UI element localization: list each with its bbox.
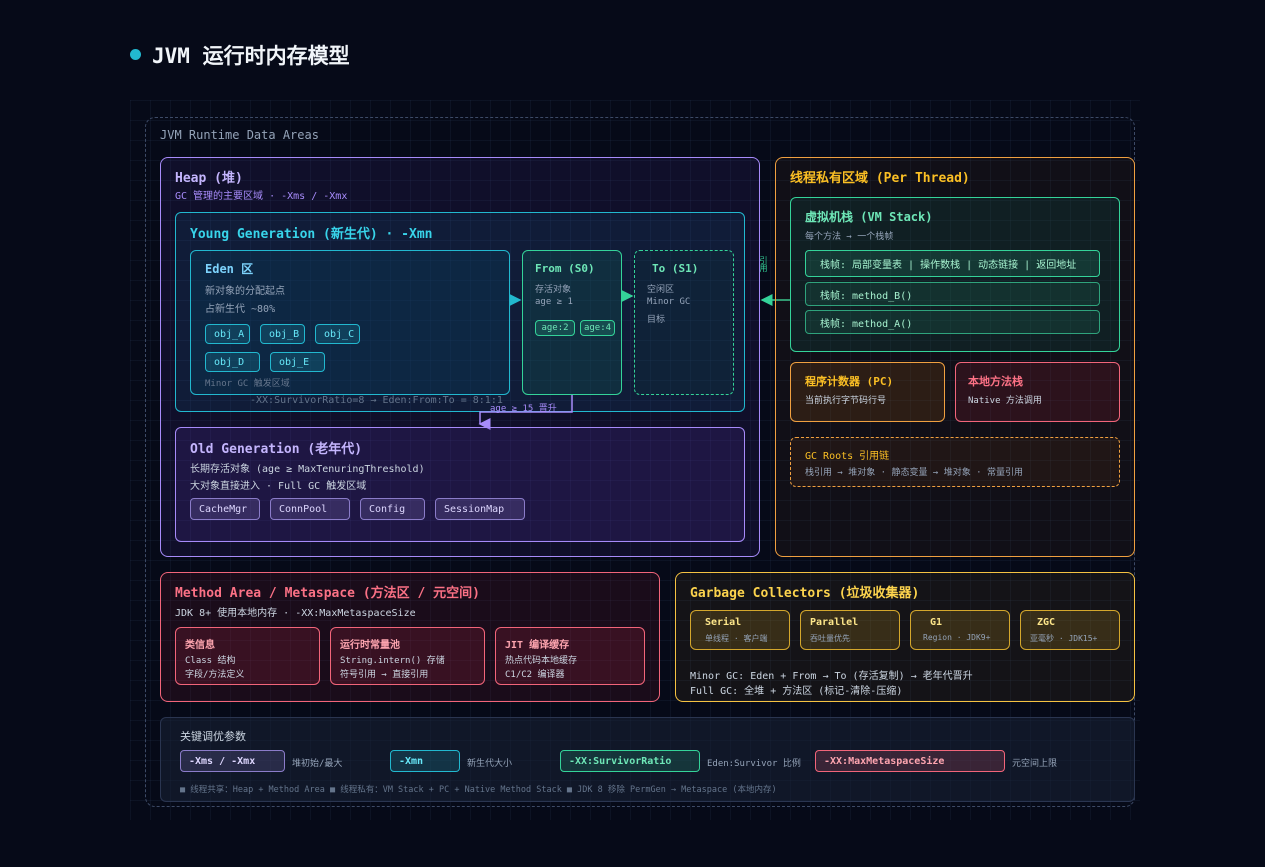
old-object-chip: SessionMap (435, 498, 525, 520)
param-desc: 元空间上限 (1012, 759, 1058, 769)
gc-roots-subtitle: 栈引用 → 堆对象 · 静态变量 → 堆对象 · 常量引用 (805, 468, 1024, 478)
collector-desc: Region · JDK9+ (923, 633, 991, 642)
param-flag: -XX:MaxMetaspaceSize (815, 750, 1005, 772)
method-card-title: 类信息 (185, 640, 215, 651)
param-flag: -Xms / -Xmx (180, 750, 285, 772)
collector-card (910, 610, 1010, 650)
vm-stack-title: 虚拟机栈 (VM Stack) (805, 210, 933, 224)
method-card-line2: C1/C2 编译器 (505, 670, 565, 680)
collector-name: G1 (930, 617, 943, 628)
gc-roots-title: GC Roots 引用链 (805, 451, 890, 462)
native-title: 本地方法栈 (968, 375, 1023, 388)
pc-subtitle: 当前执行字节码行号 (805, 396, 887, 406)
param-desc: Eden:Survivor 比例 (707, 759, 801, 769)
params-footer: ■ 线程共享：Heap + Method Area ■ 线程私有：VM Stac… (180, 785, 777, 795)
method-card-line2: 符号引用 → 直接引用 (340, 670, 429, 680)
stack-frame: 栈帧: method_B() (805, 282, 1100, 306)
method-card-title: 运行时常量池 (340, 640, 400, 651)
old-line1: 长期存活对象 (age ≥ MaxTenuringThreshold) (190, 464, 425, 475)
minor-gc-note: Minor GC: Eden + From → To (存活复制) → 老年代晋… (690, 671, 973, 682)
collector-name: Serial (705, 617, 742, 628)
collector-card (690, 610, 790, 650)
collector-desc: 亚毫秒 · JDK15+ (1030, 634, 1098, 643)
collector-card (800, 610, 900, 650)
full-gc-note: Full GC: 全堆 + 方法区 (标记-清除-压缩) (690, 686, 903, 697)
method-card-line1: Class 结构 (185, 656, 236, 666)
collector-name: Parallel (810, 617, 859, 628)
collector-card (1020, 610, 1120, 650)
native-subtitle: Native 方法调用 (968, 396, 1042, 406)
collector-desc: 吞吐量优先 (810, 634, 850, 643)
promote-label: age ≥ 15 晋升 (490, 404, 557, 414)
method-card-line2: 字段/方法定义 (185, 670, 245, 680)
old-title: Old Generation (老年代) (190, 442, 363, 457)
method-card-title: JIT 编译缓存 (505, 640, 570, 651)
params-title: 关键调优参数 (180, 730, 246, 743)
method-card-line1: 热点代码本地缓存 (505, 656, 578, 666)
param-flag: -XX:SurvivorRatio (560, 750, 700, 772)
stack-frame: 栈帧: 局部变量表 | 操作数栈 | 动态链接 | 返回地址 (805, 250, 1100, 277)
native-method-stack (955, 362, 1120, 422)
gc-roots (790, 437, 1120, 487)
param-flag: -Xmn (390, 750, 460, 772)
stack-frame: 栈帧: method_A() (805, 310, 1100, 334)
param-desc: 新生代大小 (467, 759, 513, 769)
old-line2: 大对象直接进入 · Full GC 触发区域 (190, 481, 367, 492)
collector-name: ZGC (1037, 617, 1056, 628)
reference-label: 引用 (759, 256, 768, 272)
thread-title: 线程私有区域 (Per Thread) (790, 171, 970, 186)
gc-title: Garbage Collectors (垃圾收集器) (690, 586, 920, 601)
collector-desc: 单线程 · 客户端 (705, 634, 768, 643)
method-title: Method Area / Metaspace (方法区 / 元空间) (175, 586, 480, 601)
old-object-chip: Config (360, 498, 425, 520)
vm-stack-subtitle: 每个方法 → 一个栈帧 (805, 232, 894, 242)
program-counter (790, 362, 945, 422)
param-desc: 堆初始/最大 (292, 759, 343, 769)
pc-title: 程序计数器 (PC) (805, 375, 894, 388)
method-card-line1: String.intern() 存储 (340, 656, 445, 666)
method-subtitle: JDK 8+ 使用本地内存 · -XX:MaxMetaspaceSize (175, 608, 416, 619)
old-object-chip: CacheMgr (190, 498, 260, 520)
old-object-chip: ConnPool (270, 498, 350, 520)
